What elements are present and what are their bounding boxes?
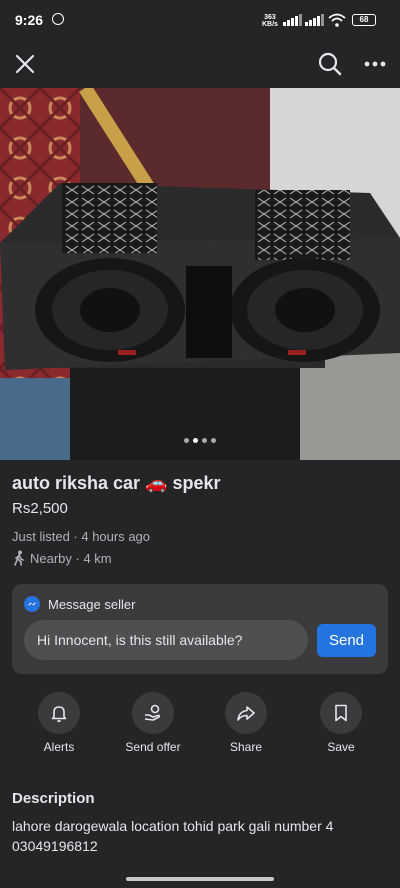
send-button[interactable]: Send — [317, 624, 376, 657]
signal-icon — [283, 14, 302, 26]
message-seller-header: Message seller — [24, 596, 135, 612]
network-speed: 363 KB/s — [262, 14, 278, 28]
signal-icon — [305, 14, 324, 26]
pagination-dot-active — [193, 437, 198, 443]
listing-title: auto riksha car 🚗 spekr — [12, 473, 221, 493]
save-label: Save — [327, 740, 355, 754]
pagination-dot — [211, 437, 216, 443]
description-phone[interactable]: 03049196812 — [12, 836, 388, 856]
message-seller-card: Message seller Send — [12, 584, 388, 674]
listing-price: Rs2,500 — [12, 500, 68, 517]
bell-icon[interactable] — [38, 692, 80, 734]
speaker-box-image — [0, 88, 400, 460]
action-bar: Alerts Send offer Share Save — [0, 692, 400, 762]
top-bar — [0, 40, 400, 88]
listing-location: Nearby · 4 km — [12, 550, 112, 566]
pagination-dot — [202, 437, 207, 443]
save-button[interactable]: Save — [296, 692, 386, 754]
offer-icon[interactable] — [132, 692, 174, 734]
whatsapp-icon — [52, 13, 64, 25]
photo-pagination[interactable] — [174, 430, 226, 450]
close-icon[interactable] — [9, 48, 41, 80]
listing-photo[interactable] — [0, 88, 400, 460]
listing-time: Just listed · 4 hours ago — [12, 529, 151, 544]
description-line: lahore darogewala location tohid park ga… — [12, 818, 334, 834]
wifi-icon — [328, 13, 346, 27]
send-offer-label: Send offer — [125, 740, 181, 754]
pagination-dot — [184, 437, 189, 443]
battery-icon: 68 — [352, 14, 376, 26]
message-seller-label: Message seller — [48, 596, 136, 612]
status-time: 9:26 — [15, 12, 44, 28]
bookmark-icon[interactable] — [320, 692, 362, 734]
description-text: lahore darogewala location tohid park ga… — [12, 816, 388, 856]
search-icon[interactable] — [314, 48, 346, 80]
message-input[interactable] — [24, 620, 308, 660]
send-offer-button[interactable]: Send offer — [108, 692, 198, 754]
alerts-button[interactable]: Alerts — [14, 692, 104, 754]
share-button[interactable]: Share — [201, 692, 291, 754]
more-icon[interactable] — [359, 48, 391, 80]
description-heading: Description — [12, 790, 95, 807]
messenger-icon — [24, 596, 40, 612]
status-bar: 9:26 363 KB/s 68 — [0, 0, 400, 40]
share-label: Share — [229, 740, 263, 754]
share-icon[interactable] — [225, 692, 267, 734]
alerts-label: Alerts — [43, 740, 75, 754]
location-text: Nearby · 4 km — [30, 550, 112, 566]
walking-icon — [14, 550, 24, 566]
home-indicator[interactable] — [126, 877, 274, 881]
